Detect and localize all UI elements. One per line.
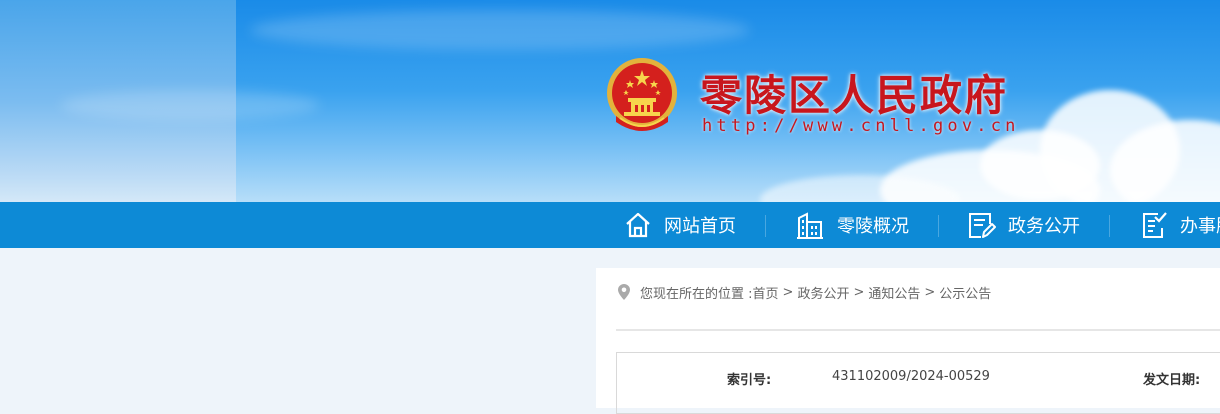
home-icon <box>626 212 650 238</box>
site-title: 零陵区人民政府 <box>700 71 1009 120</box>
nav-item-label: 政务公开 <box>1008 216 1080 237</box>
building-icon <box>797 212 823 239</box>
main-nav: 网站首页 零陵概况 政务公开 办事 <box>0 202 1220 248</box>
breadcrumb-link-notices[interactable]: 通知公告 <box>868 283 920 302</box>
banner-light-streak <box>250 10 750 50</box>
breadcrumb-link-home[interactable]: 首页 <box>753 283 779 302</box>
content-panel: 您现在所在的位置 : 首页 > 政务公开 > 通知公告 > 公示公告 索引号: … <box>596 268 1220 414</box>
nav-item-gov-affairs[interactable]: 政务公开 <box>966 202 1080 248</box>
document-info-table: 索引号: 431102009/2024-00529 发文日期: <box>616 352 1220 414</box>
nav-item-overview[interactable]: 零陵概况 <box>795 202 909 248</box>
index-number-label: 索引号: <box>727 373 772 388</box>
publish-date-label: 发文日期: <box>1143 373 1201 388</box>
nav-item-label: 零陵概况 <box>837 216 909 237</box>
nav-divider <box>938 215 939 237</box>
site-url: http://www.cnll.gov.cn <box>702 116 1020 136</box>
checklist-icon <box>1143 212 1167 238</box>
breadcrumb-prefix: 您现在所在的位置 : <box>640 286 753 302</box>
location-pin-icon <box>618 284 630 300</box>
nav-item-label: 办事服务 <box>1180 216 1220 237</box>
breadcrumb-divider <box>616 329 1220 331</box>
index-number-value: 431102009/2024-00529 <box>832 369 990 384</box>
banner-cloud <box>980 130 1100 200</box>
breadcrumb-separator: > <box>782 284 794 300</box>
nav-item-label: 网站首页 <box>664 216 736 237</box>
header-banner: 零陵区人民政府 http://www.cnll.gov.cn <box>0 0 1220 202</box>
nav-item-services[interactable]: 办事服务 <box>1140 202 1220 248</box>
breadcrumb-link-public-notices[interactable]: 公示公告 <box>939 283 991 302</box>
breadcrumb: 您现在所在的位置 : 首页 > 政务公开 > 通知公告 > 公示公告 <box>618 282 991 302</box>
document-edit-icon <box>969 213 996 238</box>
breadcrumb-link-gov-affairs[interactable]: 政务公开 <box>797 283 849 302</box>
nav-divider <box>1109 215 1110 237</box>
nav-divider <box>765 215 766 237</box>
breadcrumb-separator: > <box>924 284 936 300</box>
national-emblem-icon <box>607 58 677 131</box>
breadcrumb-separator: > <box>853 284 865 300</box>
banner-light-streak <box>60 90 320 120</box>
nav-item-home[interactable]: 网站首页 <box>624 202 736 248</box>
